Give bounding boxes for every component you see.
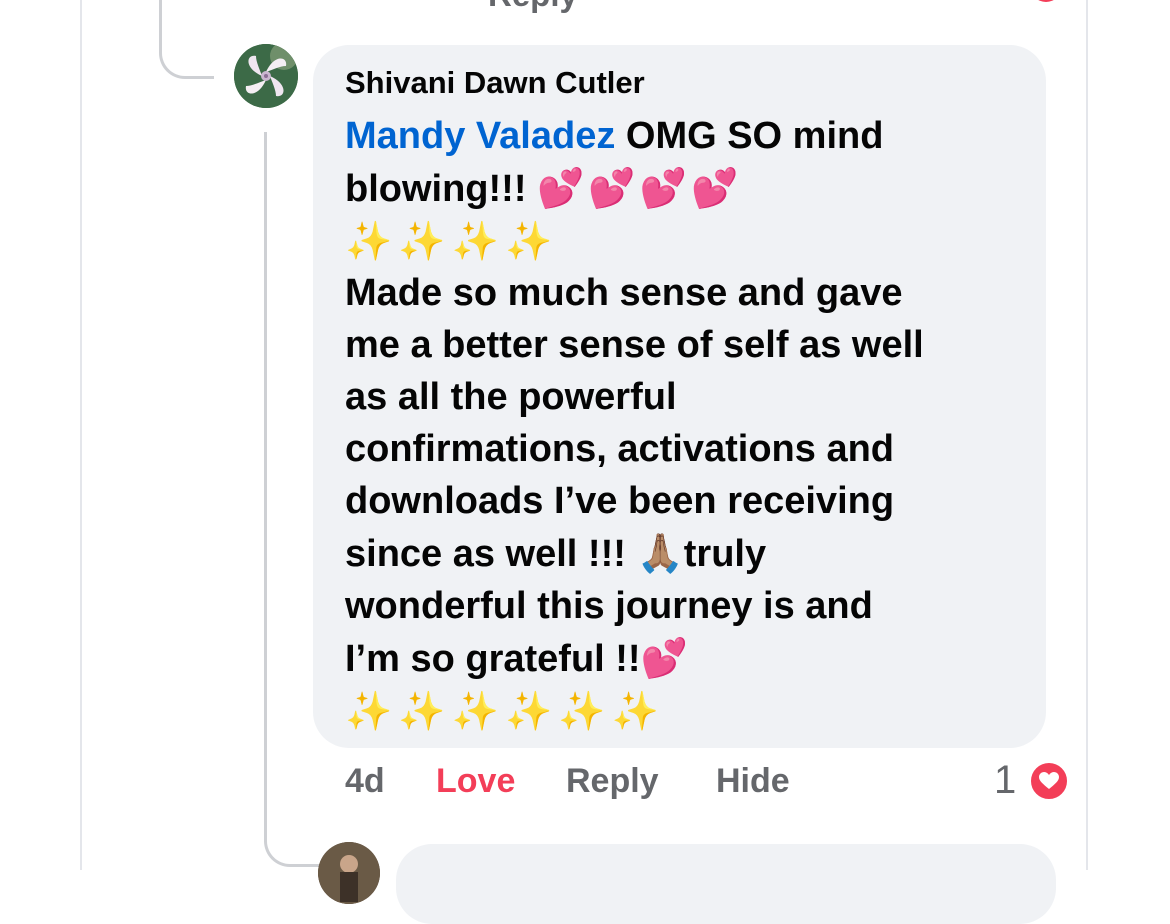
comment-line: Mandy Valadez OMG SO mind <box>345 110 1035 162</box>
sparkles-emoji: ✨✨✨✨ <box>345 219 559 263</box>
reply-button[interactable]: Reply <box>566 762 659 801</box>
comment-text: I’m so grateful !! <box>345 638 641 680</box>
mention-link[interactable]: Mandy Valadez <box>345 115 615 157</box>
love-reaction-button[interactable]: Love <box>436 762 515 801</box>
hearts-emoji: 💕💕💕💕 <box>537 166 743 210</box>
thread-connector-next <box>264 800 319 867</box>
comment-line: since as well !!! 🙏🏽truly <box>345 527 1035 580</box>
comment-text: truly <box>683 533 767 575</box>
thread-line <box>264 132 267 842</box>
comment-line: downloads I’ve been receiving <box>345 480 895 522</box>
comment-line: I’m so grateful !!💕 <box>345 632 1035 685</box>
panel-right-border <box>1086 0 1088 870</box>
sparkles-emoji-row: ✨✨✨✨✨✨ <box>345 689 665 733</box>
panel-left-border <box>80 0 82 870</box>
comment-line: me a better sense of self as well <box>345 324 924 366</box>
comment-line: as all the powerful <box>345 376 677 418</box>
previous-reply-button[interactable]: Reply <box>488 0 578 14</box>
heart-reaction-icon[interactable] <box>1028 760 1070 802</box>
praying-hands-emoji: 🙏🏽 <box>636 531 684 575</box>
heart-emoji: 💕 <box>640 636 692 680</box>
next-comment-avatar[interactable] <box>318 842 380 904</box>
thread-connector-line <box>159 0 214 79</box>
previous-heart-reaction-icon[interactable] <box>1030 0 1062 2</box>
comment-text: blowing!!! <box>345 168 538 210</box>
comment-timestamp[interactable]: 4d <box>345 762 385 801</box>
comment-line: Made so much sense and gave <box>345 272 903 314</box>
hide-button[interactable]: Hide <box>716 762 790 801</box>
comment-text: OMG SO mind <box>615 115 884 157</box>
comment-text: since as well !!! <box>345 533 637 575</box>
person-avatar-image <box>318 842 380 904</box>
avatar[interactable] <box>234 44 298 108</box>
next-comment-bubble <box>396 844 1056 924</box>
comment-author-name[interactable]: Shivani Dawn Cutler <box>345 65 645 101</box>
comment-line: wonderful this journey is and <box>345 585 873 627</box>
comment-line: blowing!!! 💕💕💕💕 <box>345 162 1035 215</box>
flower-avatar-image <box>234 44 298 108</box>
comment-line: confirmations, activations and <box>345 428 894 470</box>
reaction-count[interactable]: 1 <box>994 758 1016 803</box>
comment-body: Mandy Valadez OMG SO mind blowing!!! 💕💕💕… <box>345 110 1035 737</box>
heart-icon <box>1039 772 1059 789</box>
